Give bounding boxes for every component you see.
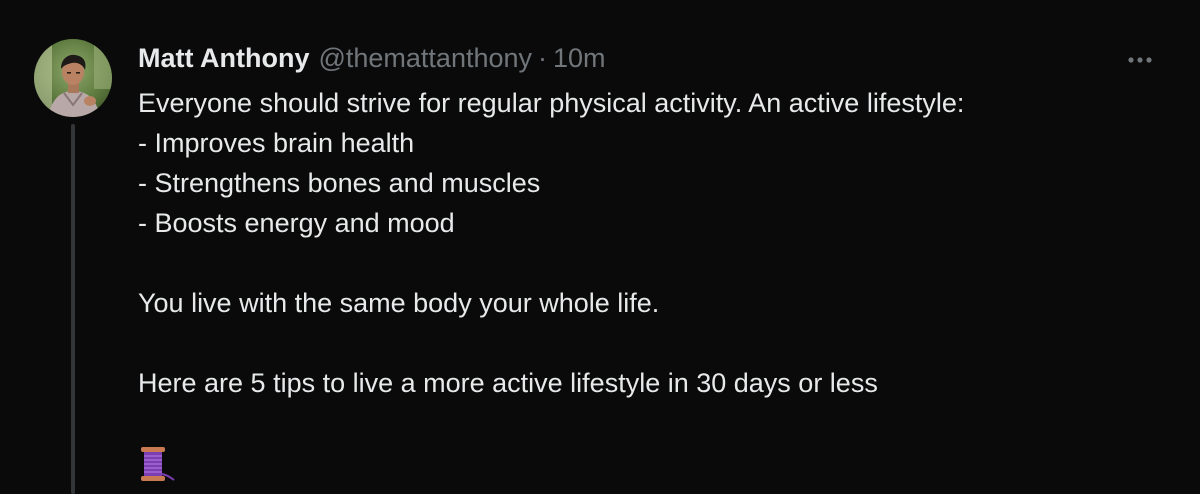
- tweet-timestamp[interactable]: 10m: [553, 43, 606, 74]
- tweet-line-bullet: - Boosts energy and mood: [138, 208, 455, 238]
- author-avatar[interactable]: [34, 39, 112, 117]
- more-options-button[interactable]: [1120, 45, 1160, 75]
- author-name[interactable]: Matt Anthony: [138, 43, 309, 74]
- tweet-paragraph: You live with the same body your whole l…: [138, 288, 660, 318]
- tweet-line-intro: Everyone should strive for regular physi…: [138, 88, 965, 118]
- tweet-screenshot: Matt Anthony @themattanthony · 10m Every…: [0, 0, 1200, 494]
- avatar-photo: [34, 39, 112, 117]
- thread-spool-emoji: [138, 444, 178, 484]
- tweet-text: Everyone should strive for regular physi…: [138, 83, 1158, 403]
- thread-connector-line: [71, 124, 75, 494]
- tweet-header: Matt Anthony @themattanthony · 10m: [138, 41, 606, 75]
- thread-spool-icon: [141, 447, 175, 481]
- tweet-line-bullet: - Strengthens bones and muscles: [138, 168, 541, 198]
- more-options-icon: [1128, 57, 1152, 63]
- tweet-line-bullet: - Improves brain health: [138, 128, 415, 158]
- header-separator: ·: [538, 42, 548, 73]
- author-handle[interactable]: @themattanthony: [318, 43, 532, 74]
- tweet-paragraph: Here are 5 tips to live a more active li…: [138, 368, 878, 398]
